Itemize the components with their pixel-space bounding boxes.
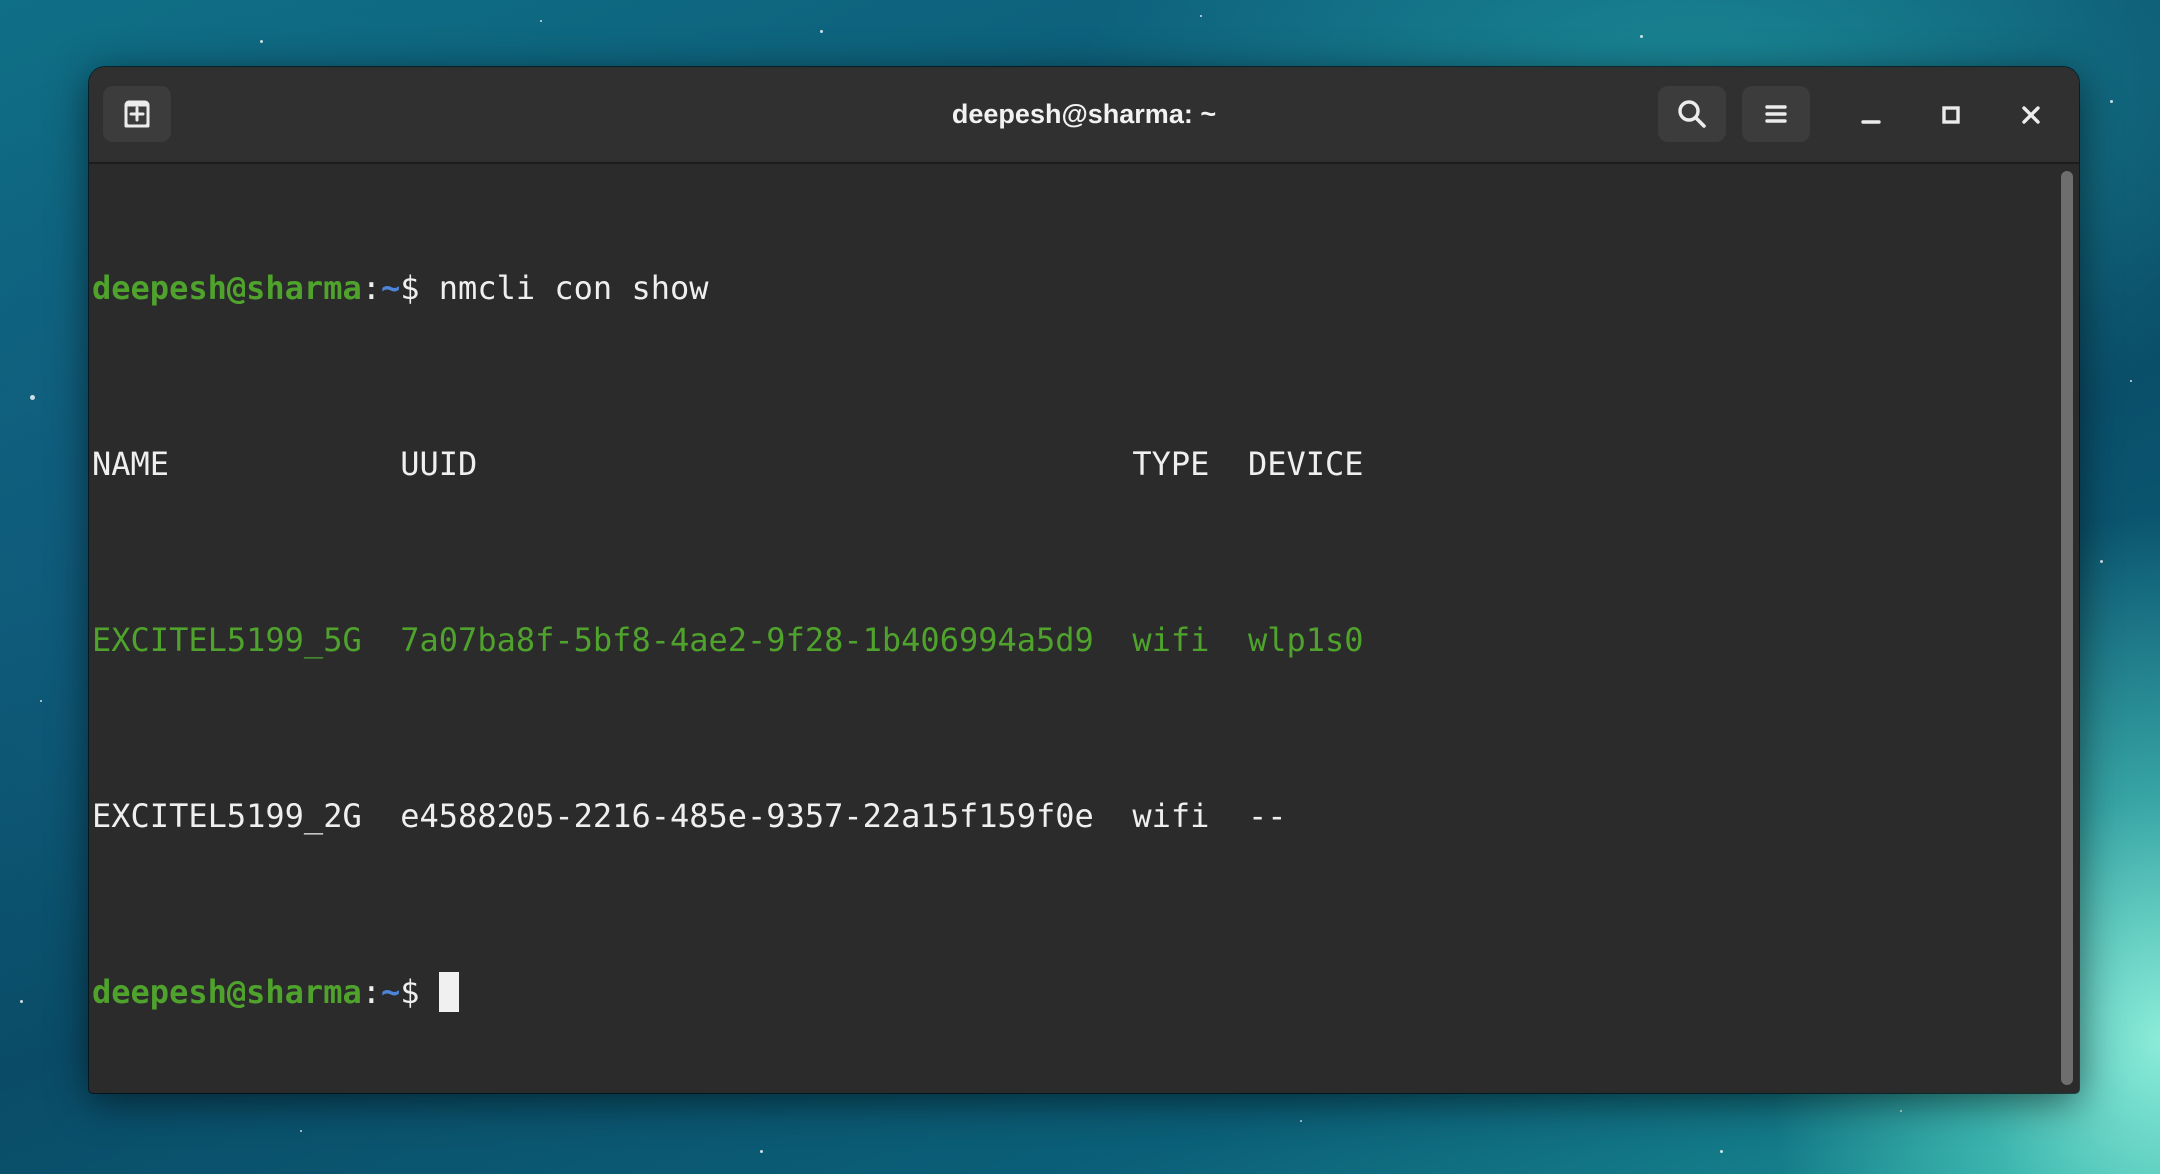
terminal-output[interactable]: deepesh@sharma:~$ nmcli con show NAME UU… xyxy=(92,164,2055,1093)
cell-device: wlp1s0 xyxy=(1247,621,1364,659)
new-tab-button[interactable] xyxy=(103,86,171,142)
prompt-symbol: $ xyxy=(400,973,439,1011)
cell-uuid: e4588205-2216-485e-9357-22a15f159f0e xyxy=(400,797,1094,835)
menu-button[interactable] xyxy=(1742,86,1810,142)
title-bar[interactable]: deepesh@sharma: ~ xyxy=(89,67,2079,164)
header-name: NAME xyxy=(92,445,170,483)
cell-name: EXCITEL5199_5G xyxy=(92,621,362,659)
prompt-path: ~ xyxy=(380,269,401,307)
header-device: DEVICE xyxy=(1247,445,1364,483)
header-type: TYPE xyxy=(1132,445,1210,483)
cell-uuid: 7a07ba8f-5bf8-4ae2-9f28-1b406994a5d9 xyxy=(400,621,1094,659)
prompt-colon: : xyxy=(361,269,381,307)
new-tab-icon xyxy=(124,100,150,128)
minimize-button[interactable] xyxy=(1849,93,1893,137)
hamburger-menu-icon xyxy=(1765,105,1787,123)
search-icon xyxy=(1678,100,1706,128)
table-header-row: NAME UUID TYPE DEVICE xyxy=(92,442,2055,486)
close-button[interactable] xyxy=(2009,93,2053,137)
prompt-symbol: $ xyxy=(400,269,439,307)
prompt-colon: : xyxy=(361,973,381,1011)
maximize-icon xyxy=(1942,106,1960,124)
scrollbar[interactable] xyxy=(2061,171,2073,1085)
terminal-window: deepesh@sharma: ~ deepesh@sharma:~$ nmcl… xyxy=(89,67,2079,1093)
cell-name: EXCITEL5199_2G xyxy=(92,797,362,835)
cell-type: wifi xyxy=(1132,621,1210,659)
table-row: EXCITEL5199_2G e4588205-2216-485e-9357-2… xyxy=(92,794,2055,838)
prompt-user-host: deepesh@sharma xyxy=(92,269,362,307)
prompt-line: deepesh@sharma:~$ xyxy=(92,970,2055,1014)
header-uuid: UUID xyxy=(400,445,478,483)
close-icon xyxy=(2022,106,2040,124)
scrollbar-thumb[interactable] xyxy=(2061,171,2073,1085)
cell-device: -- xyxy=(1247,797,1287,835)
maximize-button[interactable] xyxy=(1929,93,1973,137)
prompt-user-host: deepesh@sharma xyxy=(92,973,362,1011)
command-text: nmcli con show xyxy=(438,269,709,307)
cell-type: wifi xyxy=(1132,797,1210,835)
table-row: EXCITEL5199_5G 7a07ba8f-5bf8-4ae2-9f28-1… xyxy=(92,618,2055,662)
command-line: deepesh@sharma:~$ nmcli con show xyxy=(92,266,2055,310)
minimize-icon xyxy=(1861,120,1881,124)
search-button[interactable] xyxy=(1658,86,1726,142)
prompt-path: ~ xyxy=(380,973,401,1011)
text-cursor xyxy=(438,972,459,1012)
